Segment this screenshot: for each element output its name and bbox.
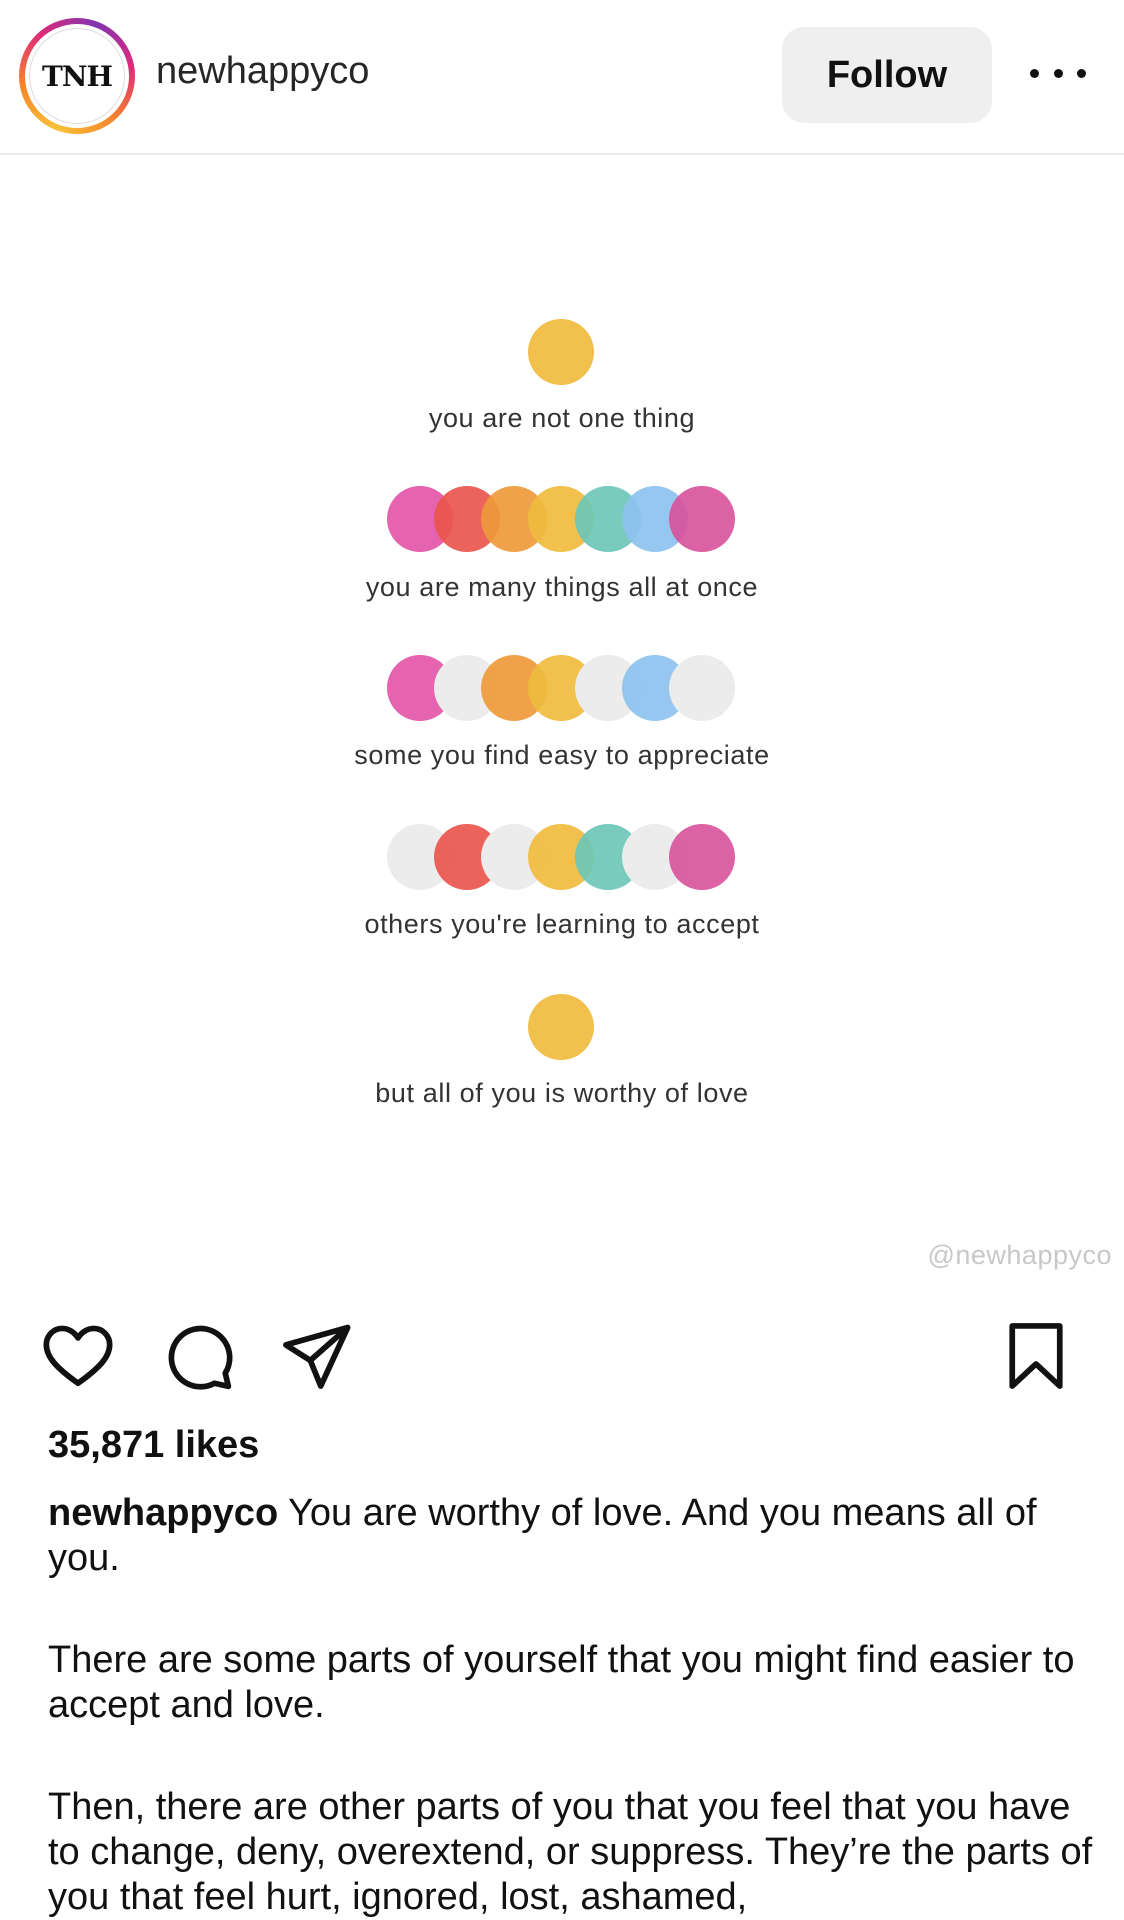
- color-dots-graphic: [387, 319, 735, 1060]
- comment-icon[interactable]: [160, 1318, 236, 1394]
- color-dot-yellow: [528, 994, 594, 1060]
- caption-paragraph: Then, there are other parts of you that …: [48, 1786, 1093, 1918]
- avatar-inner-ring: TNH: [25, 24, 129, 128]
- color-dot-grey: [669, 655, 735, 721]
- image-watermark: @newhappyco: [927, 1240, 1112, 1270]
- post-image[interactable]: you are not one thing you are many thing…: [0, 157, 1124, 1277]
- color-dot-magenta: [669, 824, 735, 890]
- more-dot: [1077, 68, 1086, 78]
- image-line-4: others you're learning to accept: [364, 909, 760, 939]
- image-line-3: some you find easy to appreciate: [354, 740, 770, 770]
- image-line-5: but all of you is worthy of love: [375, 1078, 749, 1108]
- caption-paragraph: There are some parts of yourself that yo…: [48, 1639, 1075, 1726]
- post-caption: newhappyco You are worthy of love. And y…: [48, 1491, 1078, 1581]
- avatar[interactable]: TNH: [19, 18, 135, 134]
- bookmark-icon[interactable]: [998, 1318, 1074, 1394]
- color-dot-magenta: [669, 486, 735, 552]
- caption-username[interactable]: newhappyco: [48, 1492, 278, 1534]
- share-icon[interactable]: [278, 1318, 354, 1394]
- more-dot: [1030, 68, 1039, 78]
- image-line-1: you are not one thing: [428, 403, 696, 433]
- follow-button[interactable]: Follow: [782, 27, 992, 123]
- avatar-logo: TNH: [29, 28, 125, 124]
- image-line-2: you are many things all at once: [365, 572, 759, 602]
- more-dot: [1053, 68, 1063, 78]
- post-header: TNH newhappyco Follow: [0, 0, 1124, 155]
- likes-count[interactable]: 35,871 likes: [48, 1424, 259, 1467]
- color-dot-yellow: [528, 319, 594, 385]
- heart-icon[interactable]: [40, 1318, 116, 1394]
- username[interactable]: newhappyco: [156, 50, 369, 93]
- more-options-icon[interactable]: [1030, 58, 1086, 88]
